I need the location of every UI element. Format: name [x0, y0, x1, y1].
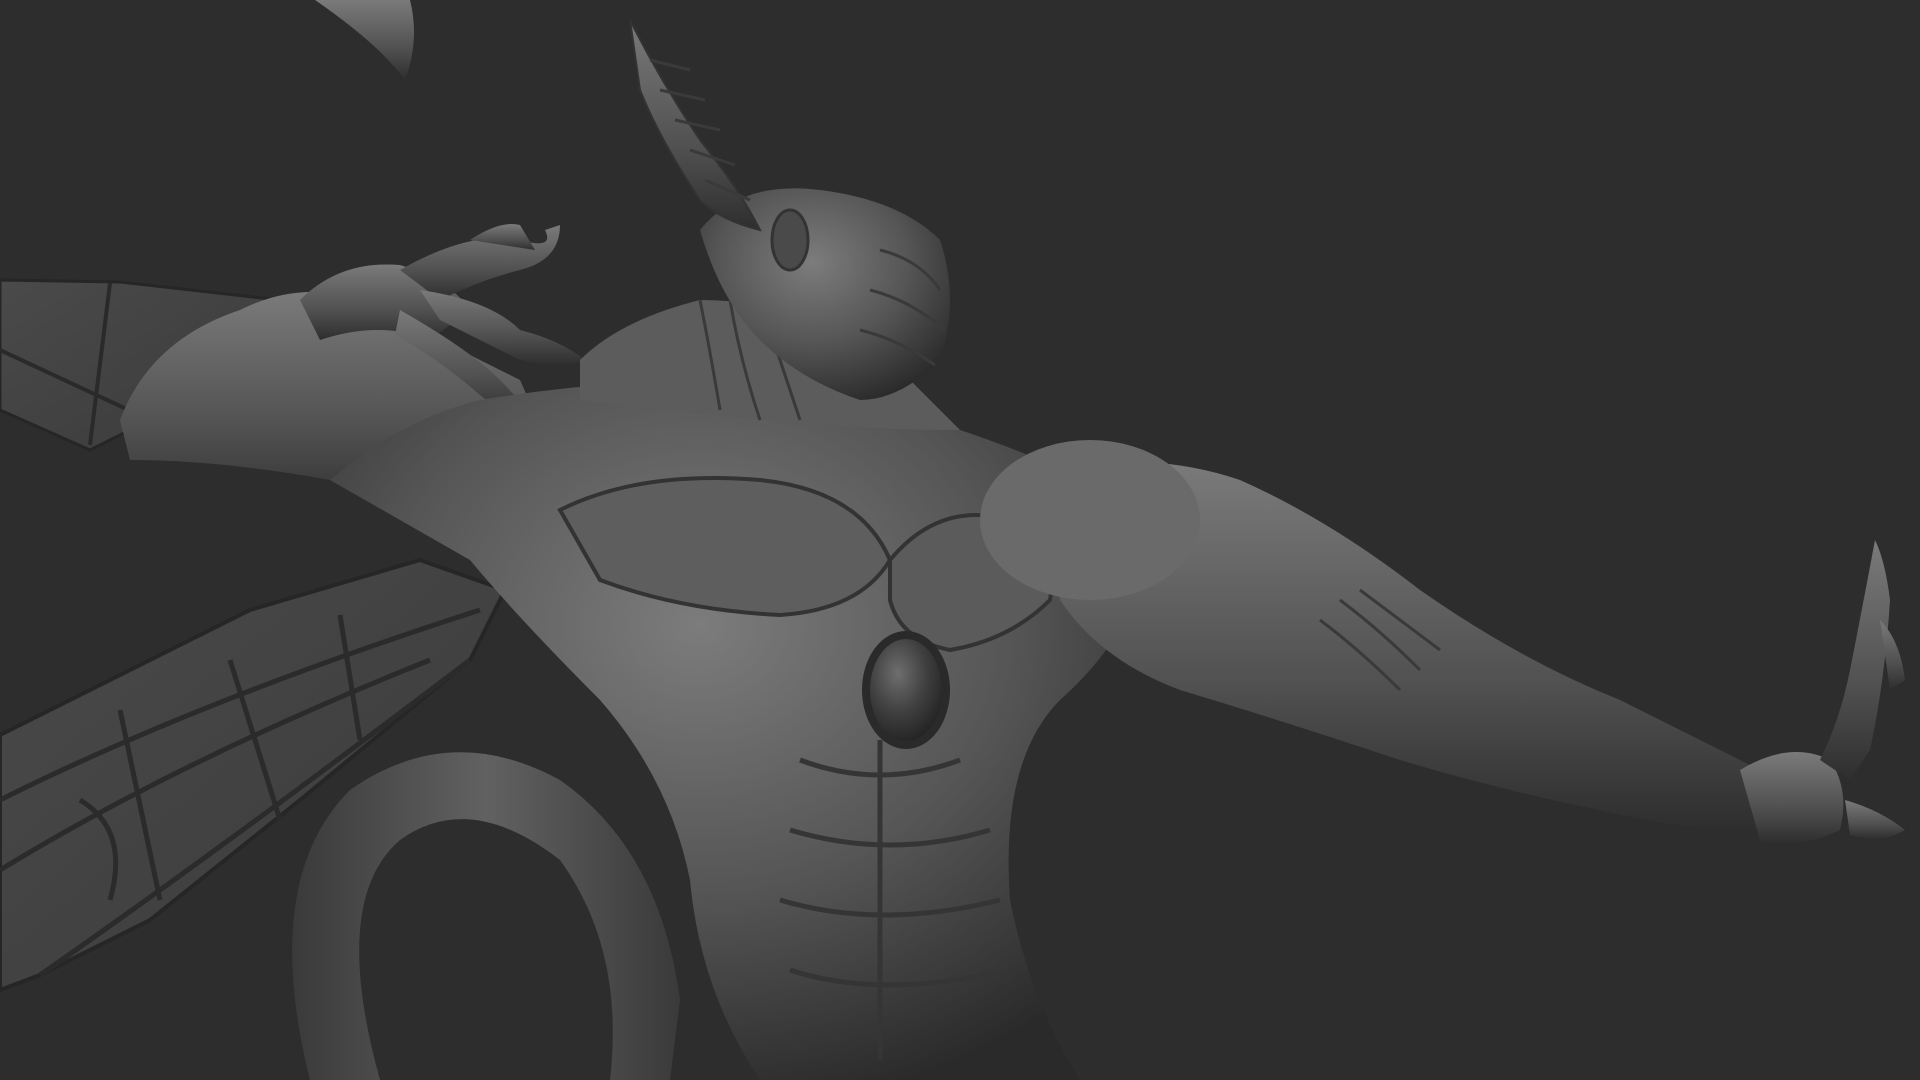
sculpt-viewport[interactable]: [0, 0, 1920, 1080]
claw-tip: [315, 0, 414, 80]
sculpt-render: [0, 0, 1905, 1080]
chest-gem: [862, 631, 950, 749]
shoulder: [980, 440, 1200, 600]
ear: [770, 208, 810, 272]
extended-hand: [1740, 540, 1905, 844]
tail: [292, 752, 680, 1080]
